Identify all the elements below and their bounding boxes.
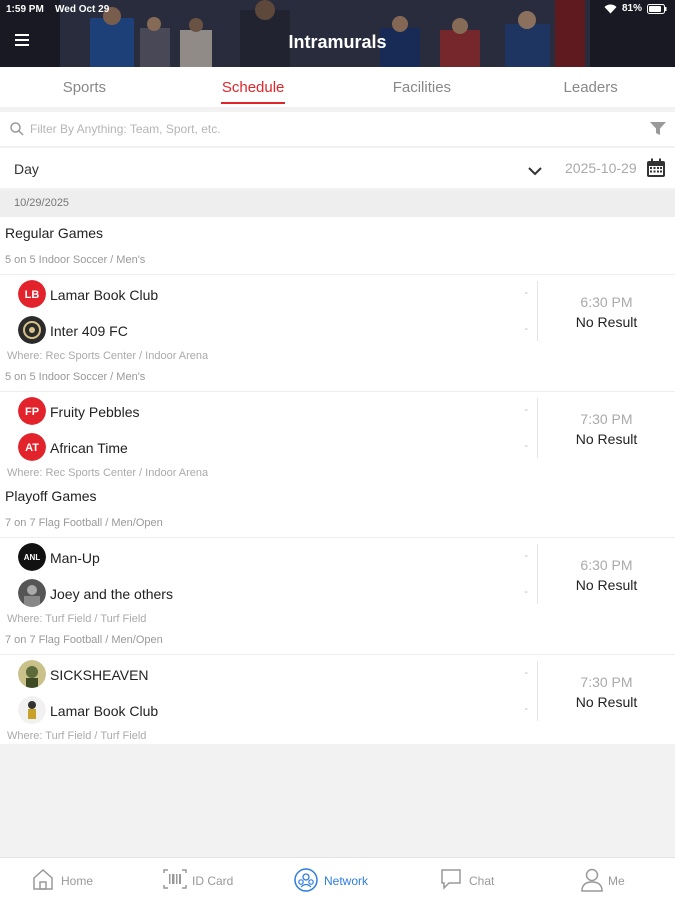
team-score: -: [524, 287, 528, 299]
team-row: Lamar Book Club -: [18, 695, 528, 725]
game-divider: [537, 661, 538, 721]
team-name: African Time: [50, 440, 128, 456]
nav-me[interactable]: Me: [581, 858, 641, 900]
team-logo: [18, 579, 46, 607]
battery-icon: [647, 3, 667, 14]
team-logo: AT: [18, 433, 46, 461]
chat-icon: [441, 869, 461, 890]
where-label: Where: Turf Field / Turf Field: [7, 730, 147, 742]
nav-network[interactable]: Network: [294, 858, 384, 900]
tab-schedule[interactable]: Schedule: [169, 67, 338, 107]
id-card-icon: [163, 869, 187, 889]
team-name: Joey and the others: [50, 586, 173, 602]
section-title-regular-games: Regular Games: [5, 225, 104, 241]
team-row: SICKSHEAVEN -: [18, 659, 528, 689]
team-logo: LB: [18, 280, 46, 308]
filter-input[interactable]: [30, 117, 630, 141]
team-name: Inter 409 FC: [50, 323, 128, 339]
period-select[interactable]: Day: [0, 148, 552, 188]
svg-text:ANL: ANL: [24, 553, 41, 562]
game-divider: [537, 398, 538, 458]
game-time: 6:30 PM: [580, 557, 633, 573]
svg-text:AT: AT: [25, 442, 39, 454]
network-icon: [294, 868, 318, 892]
team-logo: ANL: [18, 543, 46, 571]
nav-home[interactable]: Home: [32, 858, 112, 900]
game-result: No Result: [575, 694, 638, 710]
filter-icon[interactable]: [650, 122, 666, 141]
date-field[interactable]: 2025-10-29: [565, 160, 637, 176]
team-name: SICKSHEAVEN: [50, 667, 149, 683]
page-title: Intramurals: [288, 32, 387, 52]
team-name: Lamar Book Club: [50, 703, 159, 719]
period-value: Day: [14, 161, 39, 177]
bottom-nav: Home ID Card Network Chat Me: [0, 857, 675, 900]
filter-bar: [0, 112, 675, 146]
team-score: -: [524, 550, 528, 562]
where-label: Where: Turf Field / Turf Field: [7, 613, 147, 625]
team-name: Lamar Book Club: [50, 287, 159, 303]
game-result: No Result: [575, 431, 638, 447]
home-icon: [33, 868, 53, 890]
game-card[interactable]: ANL Man-Up - Joey and the others - 6:30 …: [0, 537, 675, 610]
game-time: 6:30 PM: [580, 294, 633, 310]
status-date: Wed Oct 29: [55, 4, 110, 15]
game-divider: [537, 281, 538, 341]
team-row: Inter 409 FC -: [18, 315, 528, 345]
game-time: 7:30 PM: [580, 411, 633, 427]
section-title-playoff-games: Playoff Games: [5, 488, 97, 504]
game-divider: [537, 544, 538, 604]
team-logo: FP: [18, 397, 46, 425]
schedule-list: Regular Games 5 on 5 Indoor Soccer / Men…: [0, 217, 675, 744]
team-row: AT African Time -: [18, 432, 528, 462]
status-bar: 1:59 PM Wed Oct 29 81%: [0, 0, 675, 18]
team-name: Man-Up: [50, 550, 100, 566]
search-icon: [10, 122, 24, 141]
team-score: -: [524, 586, 528, 598]
active-tab-indicator: [221, 102, 286, 104]
team-row: Joey and the others -: [18, 578, 528, 608]
status-time: 1:59 PM: [6, 4, 44, 15]
team-logo: [18, 660, 46, 688]
where-label: Where: Rec Sports Center / Indoor Arena: [7, 350, 209, 362]
team-score: -: [524, 404, 528, 416]
league-label: 5 on 5 Indoor Soccer / Men's: [5, 371, 146, 383]
team-score: -: [524, 323, 528, 335]
svg-text:LB: LB: [25, 289, 40, 301]
tab-sports[interactable]: Sports: [0, 67, 169, 107]
team-score: -: [524, 703, 528, 715]
battery-percent: 81%: [621, 3, 642, 14]
nav-id-card[interactable]: ID Card: [163, 858, 253, 900]
top-tabs: Sports Schedule Facilities Leaders: [0, 67, 675, 107]
wifi-icon: [604, 4, 617, 14]
person-icon: [581, 868, 603, 892]
svg-text:FP: FP: [25, 406, 39, 418]
day-selector-row: Day 2025-10-29: [0, 148, 675, 188]
league-label: 5 on 5 Indoor Soccer / Men's: [5, 254, 146, 266]
tab-leaders[interactable]: Leaders: [506, 67, 675, 107]
game-result: No Result: [575, 314, 638, 330]
game-time: 7:30 PM: [580, 674, 633, 690]
game-card[interactable]: FP Fruity Pebbles - AT African Time - 7:…: [0, 391, 675, 464]
game-card[interactable]: SICKSHEAVEN - Lamar Book Club - 7:30 PM …: [0, 654, 675, 727]
team-logo: [18, 696, 46, 724]
team-row: ANL Man-Up -: [18, 542, 528, 572]
team-row: LB Lamar Book Club -: [18, 279, 528, 309]
team-row: FP Fruity Pebbles -: [18, 396, 528, 426]
game-card[interactable]: LB Lamar Book Club - Inter 409 FC - 6:30…: [0, 274, 675, 347]
game-result: No Result: [575, 577, 638, 593]
team-logo: [18, 316, 46, 344]
league-label: 7 on 7 Flag Football / Men/Open: [5, 517, 163, 529]
team-score: -: [524, 667, 528, 679]
team-name: Fruity Pebbles: [50, 404, 140, 420]
chevron-down-icon: [528, 163, 542, 181]
team-score: -: [524, 440, 528, 452]
app-header: 1:59 PM Wed Oct 29 81% Intramurals: [0, 0, 675, 67]
calendar-icon[interactable]: [646, 158, 666, 183]
nav-chat[interactable]: Chat: [440, 858, 520, 900]
tab-facilities[interactable]: Facilities: [338, 67, 507, 107]
where-label: Where: Rec Sports Center / Indoor Arena: [7, 467, 209, 479]
league-label: 7 on 7 Flag Football / Men/Open: [5, 634, 163, 646]
date-section-header: 10/29/2025: [0, 190, 675, 217]
